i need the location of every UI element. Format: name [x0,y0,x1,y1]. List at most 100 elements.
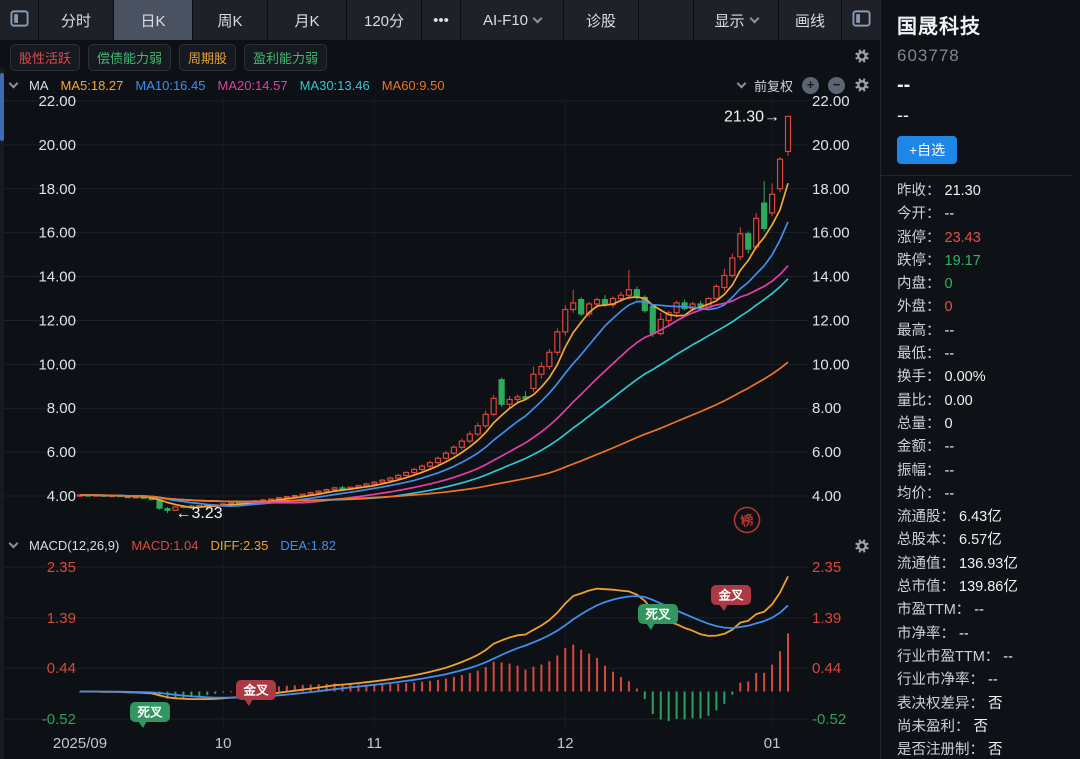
zoom-out-button[interactable]: − [828,77,845,94]
stat-label: 市盈TTM： [897,599,970,622]
stock-code: 603778 [897,46,1072,66]
stock-tag-1[interactable]: 偿债能力弱 [88,44,171,71]
tab-zhengu[interactable]: 诊股 [564,0,638,40]
stat-label: 最低： [897,343,941,366]
tab-monthly-k[interactable]: 月K [268,0,346,40]
cross-badge-death: 死叉 [130,702,170,728]
svg-text:01: 01 [764,735,781,752]
stat-row: 换手：0.00% [897,366,1072,389]
macd-hist-bar [771,665,773,692]
candle-body [722,275,727,287]
stat-label: 行业市盈TTM： [897,646,999,669]
stat-value: 23.43 [945,227,981,250]
stock-tag-2[interactable]: 周期股 [179,44,236,71]
svg-text:2.35: 2.35 [812,559,841,576]
button-label: 显示 [714,10,744,31]
candle-body [284,497,289,498]
candle-body [380,480,385,482]
stat-label: 流通值： [897,553,955,576]
tab-daily-k[interactable]: 日K [114,0,192,40]
tab-more[interactable]: ••• [422,0,460,40]
macd-panel [79,576,789,721]
candle-body [372,482,377,484]
svg-text:死叉: 死叉 [644,608,671,622]
macd-hist-bar [278,686,280,691]
stock-tag-0[interactable]: 股性活跃 [10,44,80,71]
tab-label: ••• [433,12,449,29]
macd-hist-bar [668,692,670,722]
macd-hist-bar [214,692,216,694]
tab-ai-f10[interactable]: AI-F10 [461,0,563,40]
svg-text:8.00: 8.00 [812,400,841,417]
adjust-chevron-icon[interactable] [737,78,747,88]
chevron-down-icon [749,13,759,23]
tab-fenshi[interactable]: 分时 [39,0,113,40]
stat-row: 表决权差异：否 [897,693,1072,716]
svg-text:16.00: 16.00 [812,225,850,242]
candle-body [491,398,496,414]
zoom-in-button[interactable]: + [802,77,819,94]
stat-label: 跌停： [897,250,941,273]
svg-text:1.39: 1.39 [47,610,76,627]
stat-label: 外盘： [897,296,941,319]
stat-label: 最高： [897,320,941,343]
tab-label: 分时 [61,10,91,31]
tab-weekly-k[interactable]: 周K [193,0,267,40]
kline-chart[interactable]: 22.0022.0020.0020.0018.0018.0016.0016.00… [0,40,880,759]
macd-hist-bar [421,682,423,692]
stat-row: 流通股：6.43亿 [897,506,1072,529]
adjust-mode-label[interactable]: 前复权 [754,76,793,95]
stat-value: 6.57亿 [959,529,1002,552]
macd-values: MACD:1.04DIFF:2.35DEA:1.82 [131,538,336,553]
macd-hist-bar [588,654,590,692]
left-scrollbar[interactable] [0,68,4,759]
left-scrollbar-thumb[interactable] [0,73,4,141]
candle-body [555,332,560,352]
macd-hist-bar [548,661,550,691]
svg-text:-0.52: -0.52 [812,711,846,728]
stat-value: 0 [945,413,953,436]
toolbar-button-drawline[interactable]: 画线 [779,0,841,40]
candle-body [746,234,751,249]
stock-info-sidebar: 国晟科技 603778 -- -- +自选 昨收：21.30今开：--涨停：23… [880,0,1080,759]
stat-row: 市盈TTM：-- [897,599,1072,622]
macd-hist-bar [461,675,463,691]
svg-text:8.00: 8.00 [47,400,76,417]
toolbar-button-display[interactable]: 显示 [694,0,778,40]
panel-layout-icon [10,9,29,32]
add-watchlist-button[interactable]: +自选 [897,136,957,164]
layout-panel-left-icon[interactable] [0,0,38,40]
macd-settings-gear-icon[interactable] [854,538,870,554]
layout-panel-right-button[interactable] [842,0,880,40]
svg-text:2025/09: 2025/09 [53,735,107,752]
macd-hist-bar [524,670,526,692]
stock-tag-3[interactable]: 盈利能力弱 [244,44,327,71]
stat-value: 否 [988,739,1003,759]
collapse-chevron-icon[interactable] [9,78,19,88]
svg-text:22.00: 22.00 [812,93,850,110]
macd-collapse-chevron-icon[interactable] [9,538,19,548]
svg-text:20.00: 20.00 [38,137,76,154]
macd-hist-bar [787,633,789,691]
svg-text:2.35: 2.35 [47,559,76,576]
tab-min-120[interactable]: 120分 [347,0,421,40]
main-chart-settings-gear-icon[interactable] [854,77,870,93]
candle-body [674,303,679,313]
svg-text:20.00: 20.00 [812,137,850,154]
stat-row: 市净率：-- [897,623,1072,646]
svg-text:0.44: 0.44 [812,660,841,677]
tags-settings-gear-icon[interactable] [854,48,870,64]
candle-body [738,234,743,257]
macd-hist-bar [206,692,208,696]
svg-text:-0.52: -0.52 [42,711,76,728]
chart-region: 22.0022.0020.0020.0018.0018.0016.0016.00… [0,40,880,759]
tab-label: 周K [217,10,242,31]
candle-body [650,306,655,333]
candle-body [332,488,337,490]
candle-body [730,258,735,276]
candle-body [595,300,600,304]
stat-row: 行业市净率：-- [897,669,1072,692]
macd-value: DIFF:2.35 [211,538,269,553]
chart-column: 分时日K周K月K120分•••AI-F10诊股 显示画线 22.0022.002… [0,0,880,759]
candle-body [404,473,409,476]
